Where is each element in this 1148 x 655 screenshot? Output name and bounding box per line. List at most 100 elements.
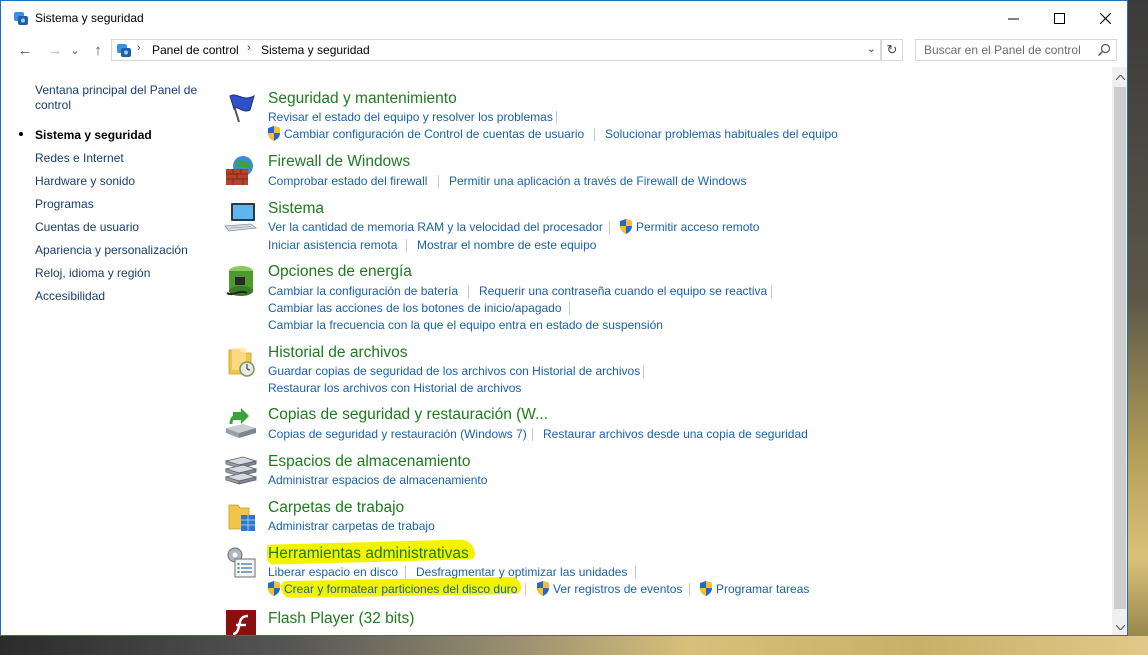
link-administrar-carpetas[interactable]: Administrar carpetas de trabajo bbox=[268, 519, 435, 534]
link-solucionar-problemas[interactable]: Solucionar problemas habituales del equi… bbox=[605, 127, 838, 142]
link-iniciar-asistencia[interactable]: Iniciar asistencia remota bbox=[268, 238, 397, 253]
category-title[interactable]: Historial de archivos bbox=[268, 344, 408, 362]
link-crear-formatear-particiones[interactable]: Crear y formatear particiones del disco … bbox=[284, 582, 517, 597]
category-title[interactable]: Flash Player (32 bits) bbox=[268, 610, 414, 628]
minimize-icon bbox=[1007, 18, 1019, 19]
computer-icon bbox=[224, 203, 258, 232]
link-divider bbox=[468, 285, 469, 298]
sidebar-item-redes-e-internet[interactable]: Redes e Internet bbox=[35, 151, 205, 166]
uac-shield-icon bbox=[537, 581, 549, 596]
backup-icon bbox=[226, 408, 256, 438]
control-panel-window: Sistema y seguridad ← → ⌄ ↑ › Panel de c… bbox=[0, 0, 1128, 636]
scroll-down-icon bbox=[1115, 624, 1125, 630]
work-folders-icon bbox=[228, 504, 255, 531]
link-divider bbox=[525, 583, 526, 596]
category-title[interactable]: Copias de seguridad y restauración (W... bbox=[268, 406, 548, 424]
search-icon[interactable] bbox=[1097, 43, 1111, 57]
refresh-button[interactable]: ↻ bbox=[881, 39, 903, 61]
address-bar[interactable]: › Panel de control › Sistema y seguridad… bbox=[111, 39, 881, 61]
close-button[interactable] bbox=[1082, 1, 1127, 35]
link-ver-memoria-ram[interactable]: Ver la cantidad de memoria RAM y la velo… bbox=[268, 220, 603, 235]
back-arrow-icon: ← bbox=[17, 41, 33, 59]
desktop-background-bottom bbox=[0, 636, 1148, 655]
active-item-bullet bbox=[19, 132, 23, 136]
back-button[interactable]: ← bbox=[14, 39, 36, 61]
uac-shield-icon bbox=[700, 581, 712, 596]
scroll-down-button[interactable] bbox=[1112, 618, 1127, 635]
category-title[interactable]: Herramientas administrativas bbox=[268, 545, 469, 563]
link-ver-registros-eventos[interactable]: Ver registros de eventos bbox=[553, 582, 682, 597]
link-guardar-copias-historial[interactable]: Guardar copias de seguridad de los archi… bbox=[268, 364, 640, 379]
search-box[interactable] bbox=[915, 39, 1117, 61]
file-history-icon bbox=[228, 348, 255, 377]
sidebar-item-ventana-principal[interactable]: Ventana principal del Panel de control bbox=[35, 83, 205, 113]
link-administrar-espacios[interactable]: Administrar espacios de almacenamiento bbox=[268, 473, 487, 488]
minimize-button[interactable] bbox=[990, 1, 1036, 35]
link-frecuencia-suspension[interactable]: Cambiar la frecuencia con la que el equi… bbox=[268, 318, 663, 333]
sidebar-item-cuentas-de-usuario[interactable]: Cuentas de usuario bbox=[35, 220, 205, 235]
forward-arrow-icon: → bbox=[47, 41, 63, 59]
breadcrumb-sistema-y-seguridad[interactable]: Sistema y seguridad bbox=[261, 43, 370, 57]
link-mostrar-nombre-equipo[interactable]: Mostrar el nombre de este equipo bbox=[417, 238, 596, 253]
firewall-icon bbox=[226, 156, 253, 185]
sidebar-item-programas[interactable]: Programas bbox=[35, 197, 205, 212]
link-revisar-estado[interactable]: Revisar el estado del equipo y resolver … bbox=[268, 110, 553, 125]
link-restaurar-copia[interactable]: Restaurar archivos desde una copia de se… bbox=[543, 427, 808, 442]
link-divider bbox=[405, 566, 406, 579]
breadcrumb-separator-icon: › bbox=[137, 42, 141, 54]
link-requerir-contrasena[interactable]: Requerir una contraseña cuando el equipo… bbox=[479, 284, 767, 299]
link-desfragmentar[interactable]: Desfragmentar y optimizar las unidades bbox=[416, 565, 627, 580]
flash-icon bbox=[226, 610, 256, 635]
category-title[interactable]: Sistema bbox=[268, 200, 324, 218]
maximize-icon bbox=[1053, 12, 1065, 24]
window-title: Sistema y seguridad bbox=[35, 11, 144, 25]
scroll-up-button[interactable] bbox=[1112, 68, 1127, 86]
sidebar-item-accesibilidad[interactable]: Accesibilidad bbox=[35, 289, 205, 304]
maximize-button[interactable] bbox=[1036, 1, 1082, 35]
category-title[interactable]: Opciones de energía bbox=[268, 263, 412, 281]
sidebar-item-hardware-y-sonido[interactable]: Hardware y sonido bbox=[35, 174, 205, 189]
recent-locations-button[interactable]: ⌄ bbox=[67, 39, 83, 61]
forward-button[interactable]: → bbox=[44, 39, 66, 61]
category-title[interactable]: Espacios de almacenamiento bbox=[268, 453, 470, 471]
link-acciones-botones[interactable]: Cambiar las acciones de los botones de i… bbox=[268, 301, 562, 316]
link-copias-windows7[interactable]: Copias de seguridad y restauración (Wind… bbox=[268, 427, 527, 442]
flag-icon bbox=[229, 94, 255, 123]
link-divider bbox=[635, 566, 636, 579]
admin-tools-icon bbox=[227, 547, 256, 578]
link-divider bbox=[556, 111, 557, 124]
up-arrow-icon: ↑ bbox=[94, 41, 102, 59]
link-divider bbox=[771, 285, 772, 298]
breadcrumb-separator-icon: › bbox=[247, 42, 251, 54]
battery-icon bbox=[226, 266, 253, 296]
link-divider bbox=[438, 175, 439, 188]
link-divider bbox=[689, 583, 690, 596]
refresh-icon: ↻ bbox=[886, 42, 898, 57]
category-title[interactable]: Firewall de Windows bbox=[268, 153, 410, 171]
sidebar-item-apariencia[interactable]: Apariencia y personalización bbox=[35, 243, 205, 258]
link-divider bbox=[594, 128, 595, 141]
link-configuracion-bateria[interactable]: Cambiar la configuración de batería bbox=[268, 284, 458, 299]
control-panel-icon bbox=[117, 44, 131, 57]
up-button[interactable]: ↑ bbox=[87, 39, 109, 61]
link-permitir-aplicacion[interactable]: Permitir una aplicación a través de Fire… bbox=[449, 174, 746, 189]
address-dropdown-icon[interactable]: ⌄ bbox=[867, 42, 876, 55]
uac-shield-icon bbox=[268, 126, 280, 141]
sidebar-item-reloj-idioma-region[interactable]: Reloj, idioma y región bbox=[35, 266, 205, 281]
category-title[interactable]: Seguridad y mantenimiento bbox=[268, 90, 457, 108]
search-input[interactable] bbox=[916, 40, 1092, 60]
uac-shield-icon bbox=[620, 219, 632, 234]
breadcrumb-panel-de-control[interactable]: Panel de control bbox=[152, 43, 239, 57]
link-restaurar-historial[interactable]: Restaurar los archivos con Historial de … bbox=[268, 381, 521, 396]
link-cambiar-uac[interactable]: Cambiar configuración de Control de cuen… bbox=[284, 127, 584, 142]
scroll-up-icon bbox=[1115, 74, 1125, 80]
title-bar[interactable]: Sistema y seguridad bbox=[1, 1, 1127, 35]
link-permitir-acceso-remoto[interactable]: Permitir acceso remoto bbox=[636, 220, 759, 235]
scrollbar-thumb[interactable] bbox=[1114, 87, 1126, 609]
link-programar-tareas[interactable]: Programar tareas bbox=[716, 582, 809, 597]
link-divider bbox=[406, 239, 407, 252]
link-comprobar-firewall[interactable]: Comprobar estado del firewall bbox=[268, 174, 427, 189]
category-title[interactable]: Carpetas de trabajo bbox=[268, 499, 404, 517]
link-liberar-espacio[interactable]: Liberar espacio en disco bbox=[268, 565, 398, 580]
sidebar-item-sistema-y-seguridad[interactable]: Sistema y seguridad bbox=[35, 128, 205, 143]
